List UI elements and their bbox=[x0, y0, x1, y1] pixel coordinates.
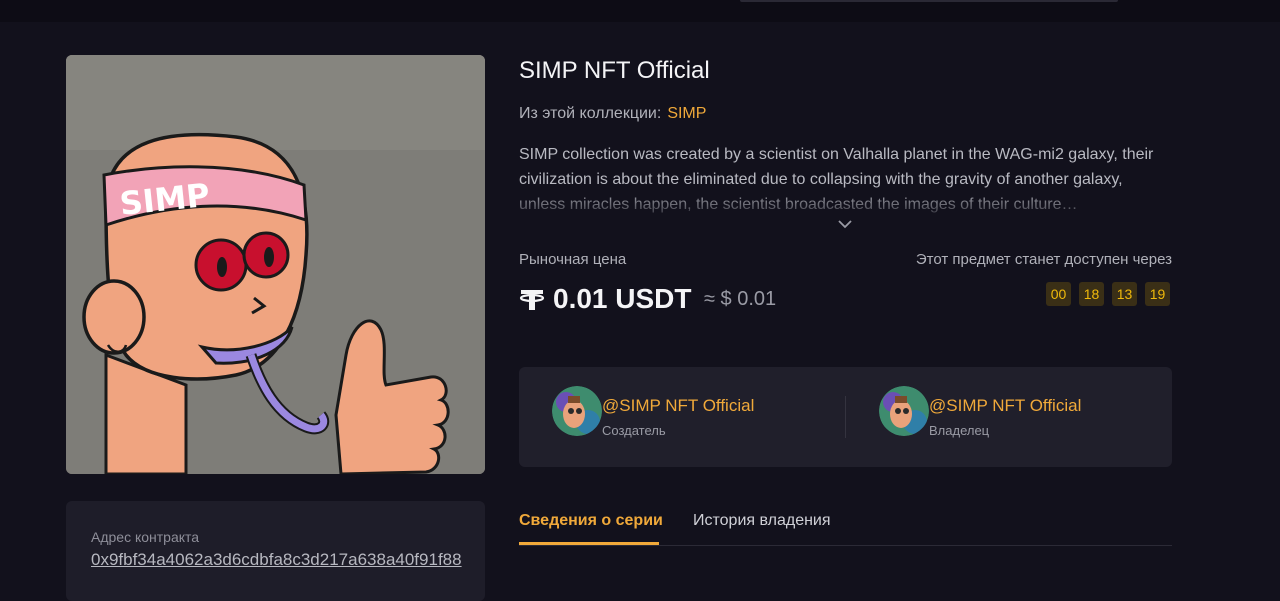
collection-link[interactable]: SIMP bbox=[667, 105, 706, 122]
nft-artwork: SIMP bbox=[66, 55, 485, 474]
top-navigation-bar bbox=[0, 0, 1280, 22]
countdown-days: 00 bbox=[1046, 282, 1071, 306]
price-usd: ≈ $ 0.01 bbox=[704, 288, 777, 310]
avatar bbox=[552, 386, 602, 436]
expand-description-button[interactable] bbox=[837, 217, 853, 231]
tab-series-info[interactable]: Сведения о серии bbox=[519, 512, 663, 530]
divider bbox=[845, 396, 846, 438]
chevron-down-icon bbox=[838, 220, 852, 229]
owner-profile[interactable]: @SIMP NFT Official Владелец bbox=[879, 386, 1081, 438]
contract-address-link[interactable]: 0x9fbf34a4062a3d6cdbfa8c3d217a638a40f91f… bbox=[91, 549, 463, 570]
contract-label: Адрес контракта bbox=[91, 529, 200, 545]
nft-title: SIMP NFT Official bbox=[519, 57, 710, 84]
market-price-label: Рыночная цена bbox=[519, 251, 627, 268]
creator-profile[interactable]: @SIMP NFT Official Создатель bbox=[552, 386, 754, 438]
price-amount: 0.01 USDT bbox=[553, 283, 692, 314]
countdown-seconds: 19 bbox=[1145, 282, 1170, 306]
availability-label: Этот предмет станет доступен через bbox=[915, 251, 1172, 268]
search-bar-edge[interactable] bbox=[740, 0, 1118, 2]
description-fade bbox=[519, 188, 1179, 218]
creator-name: @SIMP NFT Official bbox=[602, 396, 755, 415]
active-tab-indicator bbox=[519, 542, 659, 545]
countdown-minutes: 13 bbox=[1112, 282, 1137, 306]
collection-line: Из этой коллекции: SIMP bbox=[519, 105, 706, 123]
creator-owner-card: @SIMP NFT Official Создатель @SIMP NFT O… bbox=[519, 367, 1172, 467]
collection-label: Из этой коллекции: bbox=[519, 105, 662, 122]
avatar bbox=[879, 386, 929, 436]
contract-card: Адрес контракта 0x9fbf34a4062a3d6cdbfa8c… bbox=[66, 501, 485, 601]
owner-role: Владелец bbox=[929, 423, 990, 438]
owner-name: @SIMP NFT Official bbox=[929, 396, 1082, 415]
countdown-timer: 00 18 13 19 bbox=[1046, 282, 1170, 306]
price-value: 0.01 USDT bbox=[519, 283, 692, 315]
creator-role: Создатель bbox=[602, 423, 666, 438]
countdown-hours: 18 bbox=[1079, 282, 1104, 306]
tether-icon bbox=[519, 290, 545, 310]
tab-ownership-history[interactable]: История владения bbox=[693, 512, 831, 530]
detail-tabs: Сведения о серии История владения bbox=[519, 503, 1172, 546]
